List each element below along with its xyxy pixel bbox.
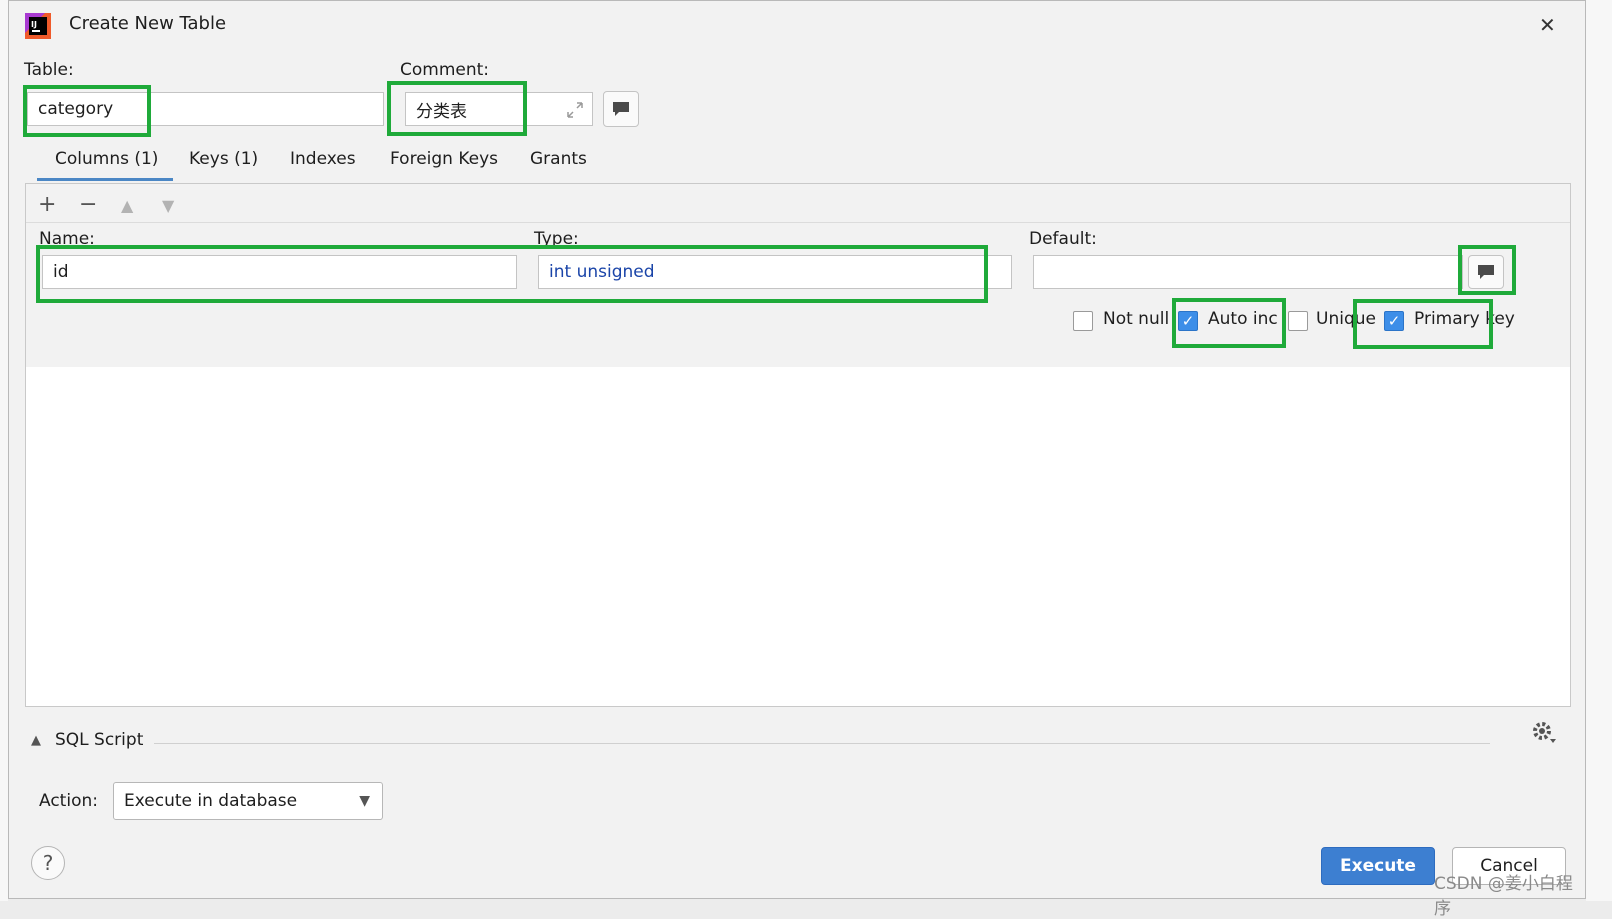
table-name-input[interactable]: category — [27, 92, 384, 126]
help-button[interactable]: ? — [31, 846, 65, 880]
type-label: Type: — [534, 229, 579, 249]
comment-icon — [1478, 265, 1494, 279]
primary-key-label: Primary key — [1414, 309, 1515, 329]
dialog-title: Create New Table — [69, 13, 227, 34]
columns-toolbar: + − ▲ ▼ — [26, 184, 1570, 223]
sql-script-label[interactable]: SQL Script — [55, 730, 143, 750]
comment-icon — [613, 102, 629, 116]
comment-edit-button[interactable] — [603, 91, 639, 127]
comment-value: 分类表 — [416, 101, 467, 122]
active-tab-indicator — [37, 178, 173, 181]
watermark: CSDN @姜小白程序 — [1434, 874, 1573, 919]
sql-collapse-icon[interactable]: ▲ — [31, 733, 41, 748]
gear-icon[interactable] — [1531, 720, 1557, 746]
action-label: Action: — [39, 791, 98, 811]
columns-panel: + − ▲ ▼ Name: id Type: int unsigned Defa… — [25, 183, 1571, 707]
table-label: Table: — [24, 60, 74, 80]
remove-column-icon[interactable]: − — [79, 192, 97, 217]
column-name-input[interactable]: id — [42, 255, 517, 289]
tab-foreign-keys[interactable]: Foreign Keys — [390, 149, 498, 169]
column-default-input[interactable] — [1033, 255, 1463, 289]
execute-button[interactable]: Execute — [1321, 847, 1435, 885]
action-select-value: Execute in database — [124, 791, 298, 811]
tab-indexes[interactable]: Indexes — [290, 149, 356, 169]
chevron-down-icon: ▼ — [359, 793, 370, 809]
jetbrains-logo-icon: IJ — [25, 13, 51, 39]
create-table-dialog: IJ Create New Table ✕ Table: category Co… — [8, 0, 1586, 919]
not-null-checkbox[interactable] — [1073, 311, 1093, 331]
expand-icon[interactable] — [566, 101, 584, 119]
default-comment-button[interactable] — [1468, 255, 1504, 289]
background-editor-right — [1586, 0, 1612, 901]
comment-input[interactable]: 分类表 — [405, 92, 593, 126]
comment-label: Comment: — [400, 60, 490, 80]
background-editor-left — [0, 0, 8, 901]
auto-inc-checkbox[interactable]: ✓ — [1178, 311, 1198, 331]
add-column-icon[interactable]: + — [38, 192, 56, 217]
unique-checkbox[interactable] — [1288, 311, 1308, 331]
move-up-icon[interactable]: ▲ — [121, 196, 133, 215]
svg-text:IJ: IJ — [31, 20, 37, 29]
column-type-input[interactable]: int unsigned — [538, 255, 1012, 289]
unique-label: Unique — [1316, 309, 1376, 329]
not-null-label: Not null — [1103, 309, 1170, 329]
primary-key-checkbox[interactable]: ✓ — [1384, 311, 1404, 331]
tab-keys[interactable]: Keys (1) — [189, 149, 258, 169]
close-icon[interactable]: ✕ — [1539, 13, 1556, 37]
auto-inc-label: Auto inc — [1208, 309, 1278, 329]
action-select[interactable]: Execute in database ▼ — [113, 782, 383, 820]
name-label: Name: — [39, 229, 95, 249]
tab-grants[interactable]: Grants — [530, 149, 587, 169]
move-down-icon[interactable]: ▼ — [162, 196, 174, 215]
tab-columns[interactable]: Columns (1) — [55, 149, 158, 169]
column-editor: Name: id Type: int unsigned Default: Not… — [26, 223, 1570, 367]
sql-divider — [154, 743, 1490, 744]
default-label: Default: — [1029, 229, 1097, 249]
